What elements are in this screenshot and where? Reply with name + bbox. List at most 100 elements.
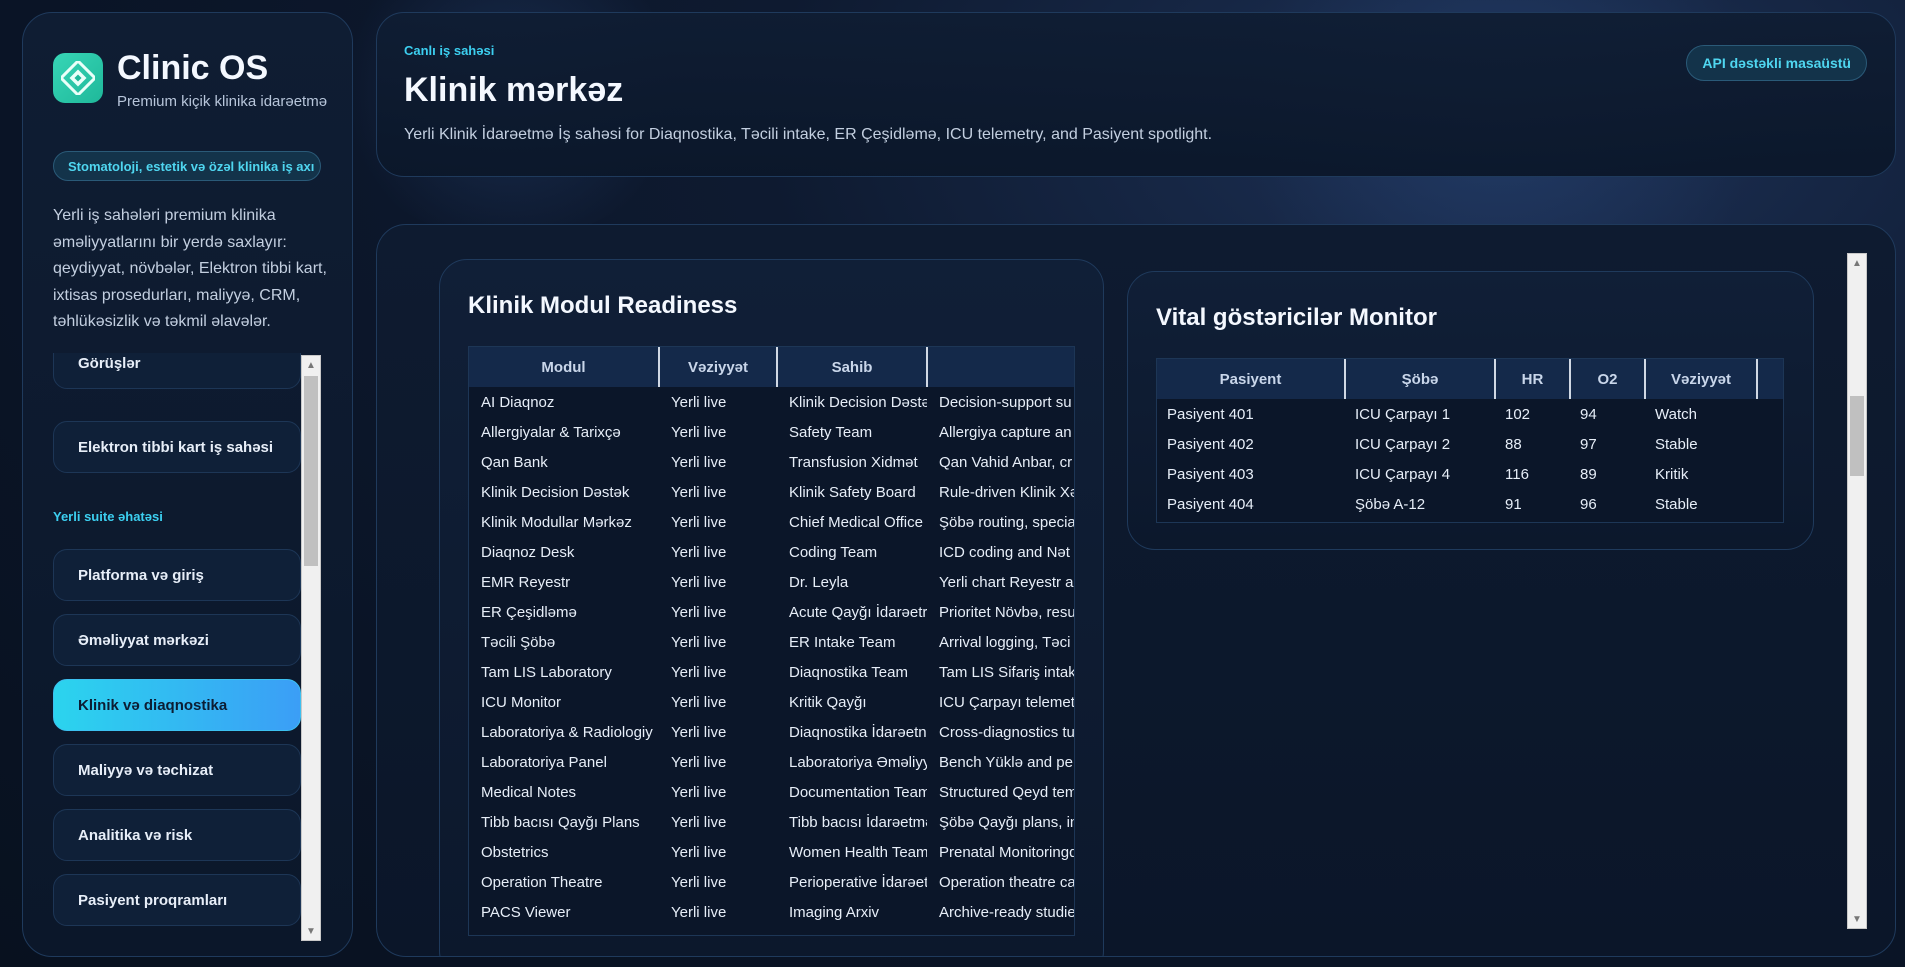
vitals-panel-title: Vital göstəricilər Monitor [1156, 304, 1437, 331]
sidebar-item-ehr-workspace[interactable]: Elektron tibbi kart iş sahəsi [53, 421, 301, 473]
column-header-ward[interactable]: Şöbə [1345, 359, 1496, 399]
table-cell: Arrival logging, Təci [939, 633, 1071, 651]
table-cell: Obstetrics [481, 843, 549, 861]
table-cell: Yerli chart Reyestr a [939, 573, 1074, 591]
scrollbar-thumb[interactable] [1850, 396, 1864, 476]
table-row[interactable]: Pasiyent 403 ICU Çarpayı 4 116 89 Kritik [1157, 459, 1783, 489]
modules-panel: Klinik Modul Readiness Modul Vəziyyət Sa… [439, 259, 1104, 956]
table-row[interactable]: Laboratoriya Panel Yerli live Laboratoriya… [469, 747, 1074, 777]
scrollbar-thumb[interactable] [304, 376, 318, 566]
sidebar-item-appointments[interactable]: Görüşlər [53, 353, 301, 389]
page-description: Yerli Klinik İdarəetmə İş sahəsi for Dia… [404, 126, 1213, 143]
table-row[interactable]: AI Diaqnoz Yerli live Klinik Decision Dəst… [469, 387, 1074, 417]
sidebar-item-clinical[interactable]: Klinik və diaqnostika [53, 679, 301, 731]
table-cell: Yerli live [671, 513, 727, 531]
chevron-down-icon[interactable]: ▼ [302, 922, 320, 940]
table-row[interactable]: Pasiyent 404 Şöbə A-12 91 96 Stable [1157, 489, 1783, 519]
api-badge: API dəstəkli masaüstü [1686, 45, 1867, 81]
table-cell: Şöbə Qayğı plans, in [939, 813, 1075, 831]
sidebar-scrollbar[interactable]: ▲ ▼ [301, 355, 321, 941]
sidebar-item-finance[interactable]: Maliyyə və təchizat [53, 744, 301, 796]
table-cell: Qan Bank [481, 453, 548, 471]
table-row[interactable]: Medical Notes Yerli live Documentation Tea… [469, 777, 1074, 807]
sidebar-item-operations[interactable]: Əməliyyat mərkəzi [53, 614, 301, 666]
table-row[interactable]: Pasiyent 401 ICU Çarpayı 1 102 94 Watch [1157, 399, 1783, 429]
column-header-o2[interactable]: O2 [1570, 359, 1646, 399]
table-row[interactable]: Operation Theatre Yerli live Perioperative… [469, 867, 1075, 897]
column-header-hr[interactable]: HR [1495, 359, 1571, 399]
table-cell: ICD coding and Nət [939, 543, 1070, 561]
table-cell: Yerli live [671, 783, 727, 801]
table-cell [1757, 399, 1783, 429]
table-row[interactable]: EMR Reyestr Yerli live Dr. Leyla Yerli char… [469, 567, 1074, 597]
sidebar-item-analytics[interactable]: Analitika və risk [53, 809, 301, 861]
table-cell: Tibb bacısı Qayğı Plans [481, 813, 640, 831]
table-cell: Klinik Decision Dəstə [789, 393, 927, 411]
table-row[interactable]: Pasiyent 402 ICU Çarpayı 2 88 97 Stable [1157, 429, 1783, 459]
table-row[interactable]: Klinik Modullar Mərkəz Yerli live Chief Me… [469, 507, 1074, 537]
chevron-up-icon[interactable]: ▲ [1848, 254, 1866, 272]
table-cell: 116 [1505, 465, 1529, 483]
table-cell: Şöbə A-12 [1355, 495, 1426, 513]
chevron-down-icon[interactable]: ▼ [1848, 910, 1866, 928]
table-row[interactable]: ER Çeşidləmə Yerli live Acute Qayğı İdarəe… [469, 597, 1075, 627]
table-cell: Laboratoriya & Radiologiy [481, 723, 653, 741]
table-row[interactable]: Diaqnoz Desk Yerli live Coding Team ICD cod… [469, 537, 1074, 567]
table-row[interactable]: Təcili Şöbə Yerli live ER Intake Team Arriv… [469, 627, 1074, 657]
modules-table-body: AI Diaqnoz Yerli live Klinik Decision Dəst… [469, 387, 1075, 927]
table-row[interactable]: Tibb bacısı Qayğı Plans Yerli live Tibb ba… [469, 807, 1075, 837]
table-cell: Yerli live [671, 663, 727, 681]
column-header-patient[interactable]: Pasiyent [1157, 359, 1346, 399]
table-cell: 96 [1580, 495, 1597, 513]
sidebar-item-label: Pasiyent proqramları [78, 891, 228, 909]
column-header-status[interactable]: Vəziyyət [659, 347, 778, 387]
workspace-scrollbar[interactable]: ▲ ▼ [1847, 253, 1867, 929]
table-cell: Stable [1655, 495, 1698, 513]
sidebar: Clinic OS Premium kiçik klinika idarəetm… [22, 12, 353, 957]
table-cell: Operation theatre ca [939, 873, 1075, 891]
table-cell: 91 [1505, 495, 1522, 513]
table-cell: Tam LIS Laboratory [481, 663, 612, 681]
table-row[interactable]: PACS Viewer Yerli live Imaging Arxiv Archiv… [469, 897, 1074, 927]
page-title: Klinik mərkəz [404, 71, 624, 109]
table-cell: Diaqnoz Desk [481, 543, 575, 561]
sidebar-item-platform[interactable]: Platforma və giriş [53, 549, 301, 601]
table-cell [1757, 459, 1783, 489]
eyebrow-label: Canlı iş sahəsi [404, 43, 495, 58]
column-header-module[interactable]: Modul [469, 347, 660, 387]
column-header-owner[interactable]: Sahib [777, 347, 928, 387]
chevron-up-icon[interactable]: ▲ [302, 356, 320, 374]
table-row[interactable]: Klinik Decision Dəstək Yerli live Klinik S… [469, 477, 1074, 507]
sidebar-item-patient-programs[interactable]: Pasiyent proqramları [53, 874, 301, 926]
table-cell: Yerli live [671, 603, 727, 621]
vitals-table[interactable]: Pasiyent Şöbə HR O2 Vəziyyət Pasiyent 40… [1156, 358, 1784, 523]
table-row[interactable]: Obstetrics Yerli live Women Health Team Pre… [469, 837, 1074, 867]
table-cell: Kritik [1655, 465, 1689, 483]
column-header-description[interactable] [927, 347, 1074, 387]
column-header-filler [1757, 359, 1783, 399]
table-cell [1757, 429, 1783, 459]
table-cell: Perioperative İdarəet [789, 873, 927, 891]
table-cell: Yerli live [671, 543, 727, 561]
modules-table[interactable]: Modul Vəziyyət Sahib AI Diaqnoz Yerli liv… [468, 346, 1075, 936]
table-row[interactable]: Tam LIS Laboratory Yerli live Diaqnostika … [469, 657, 1074, 687]
table-cell: ER Çeşidləmə [481, 603, 577, 621]
table-cell: Diaqnostika Team [789, 663, 908, 681]
table-cell: Yerli live [671, 693, 727, 711]
table-cell: Yerli live [671, 843, 727, 861]
table-cell: 102 [1505, 405, 1531, 423]
table-row[interactable]: ICU Monitor Yerli live Kritik Qayğı ICU Çar… [469, 687, 1074, 717]
table-cell: Yerli live [671, 813, 727, 831]
table-cell: Yerli live [671, 393, 727, 411]
table-cell: Yerli live [671, 873, 727, 891]
table-row[interactable]: Allergiyalar & Tarixçə Yerli live Safety T… [469, 417, 1074, 447]
column-header-status[interactable]: Vəziyyət [1645, 359, 1758, 399]
table-row[interactable]: Qan Bank Yerli live Transfusion Xidmət Qan … [469, 447, 1074, 477]
table-row[interactable]: Laboratoriya & Radiologiy Yerli live Diaqn… [469, 717, 1074, 747]
table-cell: Prioritet Növbə, resu [939, 603, 1075, 621]
sidebar-item-label: Maliyyə və təchizat [78, 761, 214, 779]
table-cell: Tibb bacısı İdarəetmə [789, 813, 927, 831]
clinic-logo-icon [53, 53, 103, 103]
table-cell: Pasiyent 404 [1167, 495, 1254, 513]
sidebar-section-label: Yerli suite əhatəsi [53, 509, 163, 524]
